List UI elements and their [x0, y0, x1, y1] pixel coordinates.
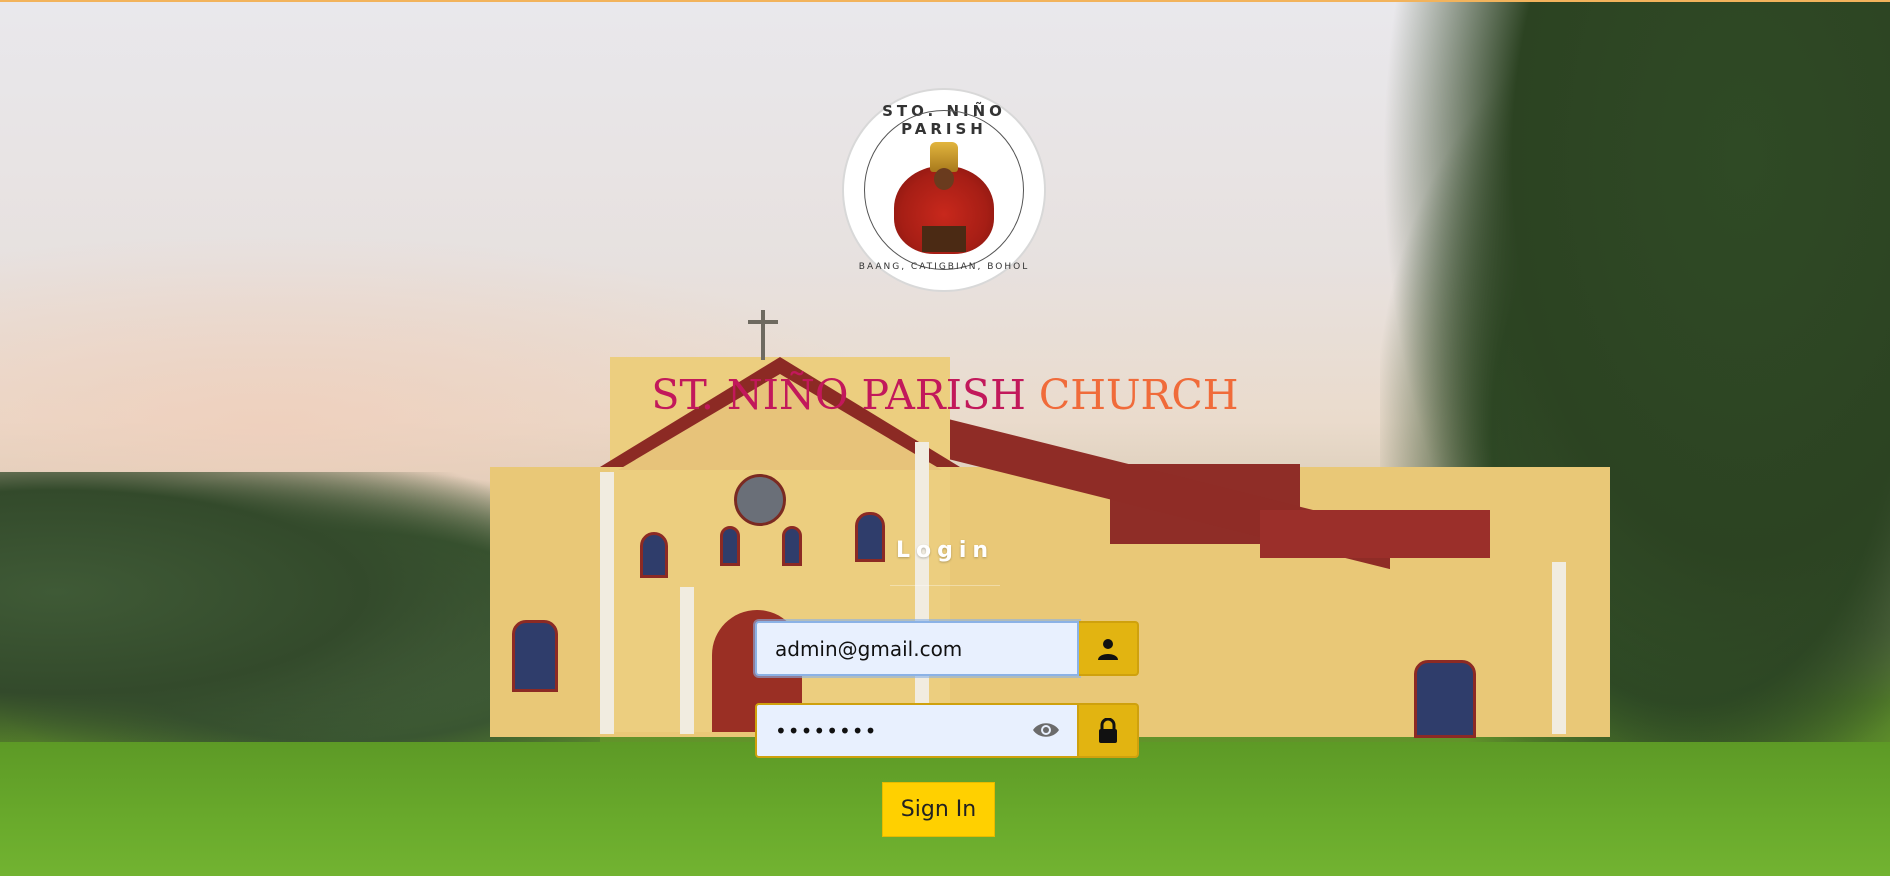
- sign-in-button[interactable]: Sign In: [882, 782, 995, 837]
- login-heading-divider: [890, 585, 1000, 586]
- password-field-group: [755, 703, 1139, 758]
- user-icon: [1098, 638, 1118, 660]
- title-part-church: CHURCH: [1038, 371, 1239, 419]
- logo-text-bottom: BAANG, CATIGBIAN, BOHOL: [858, 262, 1030, 272]
- page-title: ST. NIÑO PARISH CHURCH: [0, 367, 1890, 423]
- login-page: STO. NIÑO PARISH BAANG, CATIGBIAN, BOHOL…: [0, 0, 1890, 876]
- email-input[interactable]: [755, 621, 1079, 676]
- parish-seal-logo: STO. NIÑO PARISH BAANG, CATIGBIAN, BOHOL: [844, 90, 1044, 290]
- santo-nino-figure-icon: [884, 142, 1004, 254]
- email-field-group: [755, 621, 1139, 676]
- lock-icon-button: [1079, 703, 1139, 758]
- eye-icon[interactable]: [1031, 719, 1061, 741]
- login-heading: Login: [895, 538, 995, 563]
- title-part-parish: ST. NIÑO PARISH: [651, 371, 1039, 419]
- lock-icon: [1099, 717, 1117, 743]
- user-icon-button: [1079, 621, 1139, 676]
